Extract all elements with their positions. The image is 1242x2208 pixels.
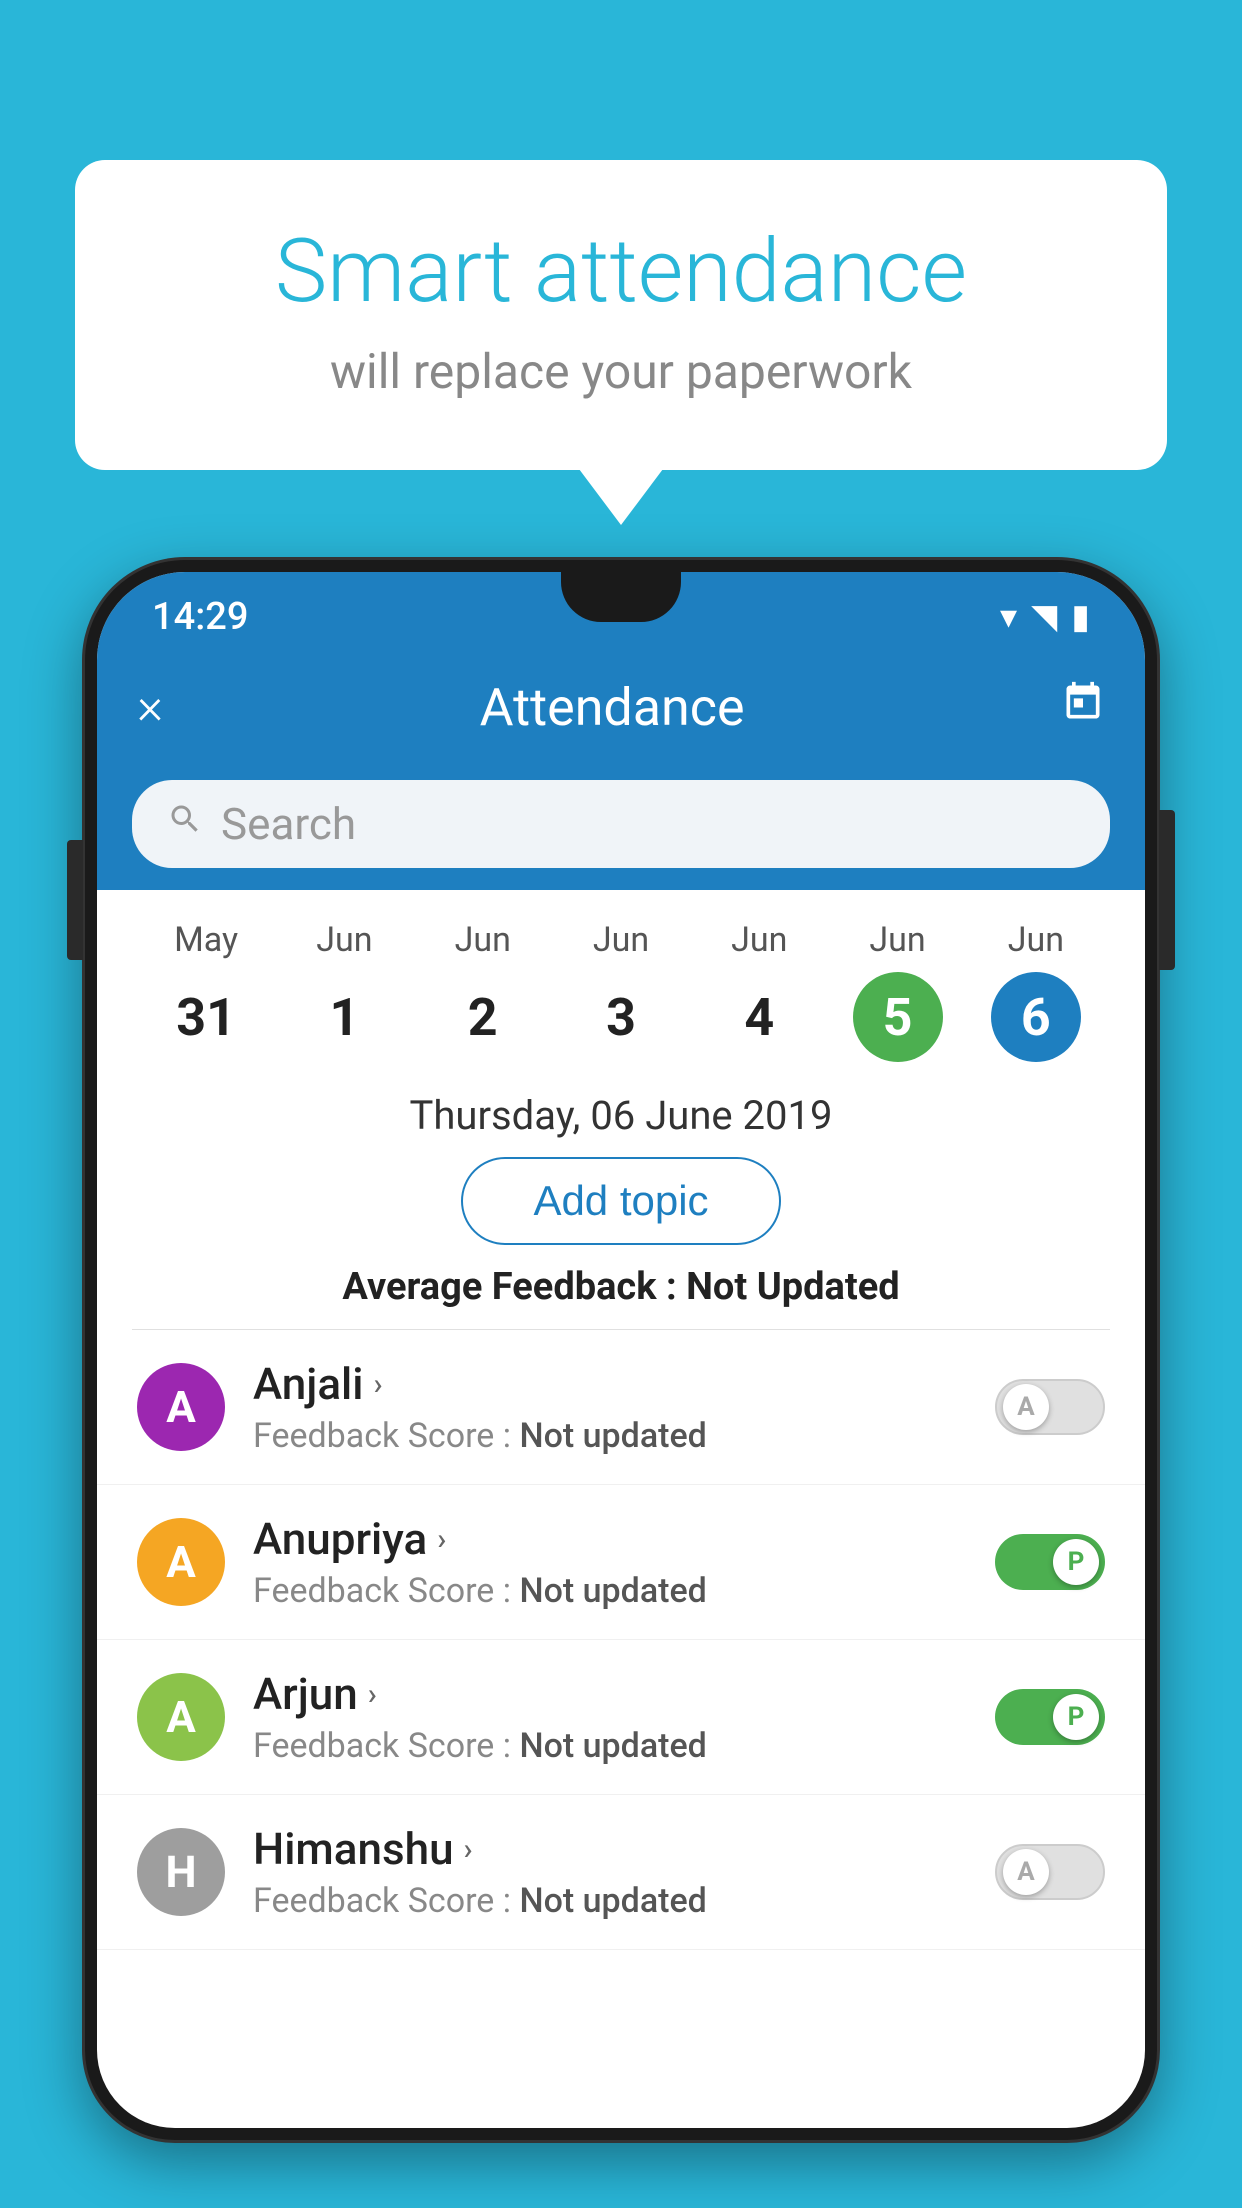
student-info: Anupriya › Feedback Score : Not updated <box>253 1513 967 1611</box>
status-time: 14:29 <box>152 595 248 639</box>
cal-item-3[interactable]: Jun 3 <box>552 920 690 1062</box>
feedback-value: Not updated <box>519 1416 706 1456</box>
student-name: Arjun › <box>253 1668 967 1720</box>
battery-icon: ▮ <box>1071 597 1090 637</box>
feedback-value: Not updated <box>519 1726 706 1766</box>
cal-month: Jun <box>455 920 511 960</box>
toggle-track: A <box>995 1844 1105 1900</box>
feedback-score: Feedback Score : Not updated <box>253 1416 967 1456</box>
app-bar-title: Attendance <box>480 677 745 738</box>
avg-feedback-label: Average Feedback : <box>342 1265 686 1309</box>
search-bar-container: Search <box>97 762 1145 890</box>
avg-feedback: Average Feedback : Not Updated <box>97 1265 1145 1329</box>
cal-month: Jun <box>316 920 372 960</box>
feedback-value: Not updated <box>519 1571 706 1611</box>
cal-month: Jun <box>1008 920 1064 960</box>
cal-month: Jun <box>731 920 787 960</box>
phone-notch <box>561 572 681 622</box>
attendance-toggle[interactable]: P <box>995 1689 1105 1745</box>
add-topic-button[interactable]: Add topic <box>461 1157 780 1245</box>
student-info: Himanshu › Feedback Score : Not updated <box>253 1823 967 1921</box>
toggle-track: P <box>995 1534 1105 1590</box>
avg-feedback-value: Not Updated <box>686 1265 900 1309</box>
cal-item-6[interactable]: Jun 6 <box>967 920 1105 1062</box>
cal-month: Jun <box>593 920 649 960</box>
cal-item-2[interactable]: Jun 2 <box>414 920 552 1062</box>
cal-month: May <box>174 920 238 960</box>
cal-day[interactable]: 5 <box>853 972 943 1062</box>
bubble-subtitle: will replace your paperwork <box>155 343 1087 400</box>
toggle-knob: A <box>1003 1849 1049 1895</box>
close-button[interactable]: × <box>137 678 163 736</box>
student-row[interactable]: A Anupriya › Feedback Score : Not updated P <box>97 1485 1145 1640</box>
students-list: AAnjali ›Feedback Score : Not updatedAAA… <box>97 1330 1145 1950</box>
chevron-right-icon: › <box>464 1832 473 1867</box>
toggle-knob: P <box>1053 1539 1099 1585</box>
feedback-score: Feedback Score : Not updated <box>253 1726 967 1766</box>
search-icon <box>167 801 203 847</box>
toggle-knob: P <box>1053 1694 1099 1740</box>
cal-day[interactable]: 2 <box>438 972 528 1062</box>
toggle-knob: A <box>1003 1384 1049 1430</box>
signal-icon: ◥ <box>1031 597 1057 637</box>
student-row[interactable]: A Anjali › Feedback Score : Not updated A <box>97 1330 1145 1485</box>
search-bar[interactable]: Search <box>132 780 1110 868</box>
toggle-track: A <box>995 1379 1105 1435</box>
cal-item-1[interactable]: Jun 1 <box>275 920 413 1062</box>
avatar: A <box>137 1363 225 1451</box>
wifi-icon: ▾ <box>1000 597 1017 637</box>
selected-date-label: Thursday, 06 June 2019 <box>97 1072 1145 1157</box>
student-info: Arjun › Feedback Score : Not updated <box>253 1668 967 1766</box>
cal-item-0[interactable]: May 31 <box>137 920 275 1062</box>
phone-container: 14:29 ▾ ◥ ▮ × Attendance <box>85 560 1157 2208</box>
avatar: A <box>137 1673 225 1761</box>
app-bar: × Attendance <box>97 652 1145 762</box>
calendar-icon[interactable] <box>1061 680 1105 735</box>
feedback-value: Not updated <box>519 1881 706 1921</box>
chevron-right-icon: › <box>368 1677 377 1712</box>
attendance-toggle[interactable]: P <box>995 1534 1105 1590</box>
student-name: Anjali › <box>253 1358 967 1410</box>
feedback-score: Feedback Score : Not updated <box>253 1571 967 1611</box>
phone-screen: × Attendance <box>97 652 1145 2128</box>
student-row[interactable]: A Arjun › Feedback Score : Not updated P <box>97 1640 1145 1795</box>
avatar: H <box>137 1828 225 1916</box>
feedback-score: Feedback Score : Not updated <box>253 1881 967 1921</box>
cal-day[interactable]: 1 <box>299 972 389 1062</box>
status-icons: ▾ ◥ ▮ <box>1000 597 1090 637</box>
cal-item-4[interactable]: Jun 4 <box>690 920 828 1062</box>
bubble-title: Smart attendance <box>155 220 1087 323</box>
attendance-toggle[interactable]: A <box>995 1844 1105 1900</box>
scroll-content: May 31 Jun 1 Jun 2 Jun 3 Jun 4 Jun 5 Jun 6 Thursday, … <box>97 890 1145 2128</box>
speech-bubble: Smart attendance will replace your paper… <box>75 160 1167 470</box>
student-name: Anupriya › <box>253 1513 967 1565</box>
chevron-right-icon: › <box>437 1522 446 1557</box>
cal-item-5[interactable]: Jun 5 <box>828 920 966 1062</box>
student-name: Himanshu › <box>253 1823 967 1875</box>
cal-day[interactable]: 3 <box>576 972 666 1062</box>
search-placeholder: Search <box>221 798 356 850</box>
cal-month: Jun <box>869 920 925 960</box>
chevron-right-icon: › <box>373 1367 382 1402</box>
cal-day[interactable]: 31 <box>161 972 251 1062</box>
phone-outer: 14:29 ▾ ◥ ▮ × Attendance <box>85 560 1157 2140</box>
attendance-toggle[interactable]: A <box>995 1379 1105 1435</box>
phone-inner: 14:29 ▾ ◥ ▮ × Attendance <box>97 572 1145 2128</box>
avatar: A <box>137 1518 225 1606</box>
speech-bubble-section: Smart attendance will replace your paper… <box>75 160 1167 470</box>
student-row[interactable]: H Himanshu › Feedback Score : Not updated A <box>97 1795 1145 1950</box>
cal-day[interactable]: 6 <box>991 972 1081 1062</box>
student-info: Anjali › Feedback Score : Not updated <box>253 1358 967 1456</box>
toggle-track: P <box>995 1689 1105 1745</box>
cal-day[interactable]: 4 <box>714 972 804 1062</box>
calendar-row: May 31 Jun 1 Jun 2 Jun 3 Jun 4 Jun 5 Jun 6 <box>97 890 1145 1072</box>
